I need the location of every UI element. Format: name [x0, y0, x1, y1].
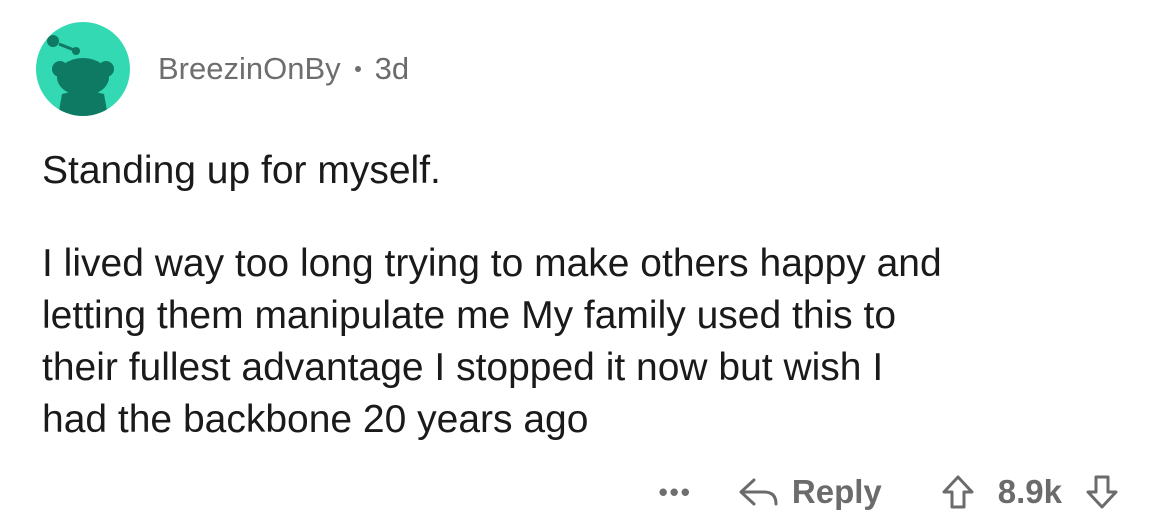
comment-body-line: I lived way too long trying to make othe… — [42, 242, 942, 285]
vote-controls: 8.9k — [940, 473, 1120, 511]
downvote-arrow-icon[interactable] — [1084, 473, 1120, 511]
comment-actions: ••• Reply 8.9k — [659, 466, 1120, 518]
comment-body: I lived way too long trying to make othe… — [42, 238, 1142, 446]
reply-button[interactable]: Reply — [736, 473, 882, 511]
snoo-avatar-icon[interactable] — [36, 22, 130, 116]
comment-meta: BreezinOnBy 3d — [158, 51, 409, 87]
comment-header: BreezinOnBy 3d — [36, 22, 409, 116]
upvote-arrow-icon[interactable] — [940, 473, 976, 511]
separator-dot — [354, 66, 361, 72]
more-options-button[interactable]: ••• — [659, 477, 692, 508]
reply-arrow-icon — [739, 478, 778, 506]
comment-body-line: their fullest advantage I stopped it now… — [42, 346, 884, 389]
vote-score: 8.9k — [997, 473, 1062, 510]
comment-body-line: had the backbone 20 years ago — [42, 398, 589, 441]
comment-age: 3d — [374, 51, 410, 86]
username-link[interactable]: BreezinOnBy — [158, 51, 341, 87]
reply-label: Reply — [791, 473, 882, 510]
comment-title: Standing up for myself. — [42, 149, 441, 192]
comment-body-line: letting them manipulate me My family use… — [42, 294, 897, 337]
